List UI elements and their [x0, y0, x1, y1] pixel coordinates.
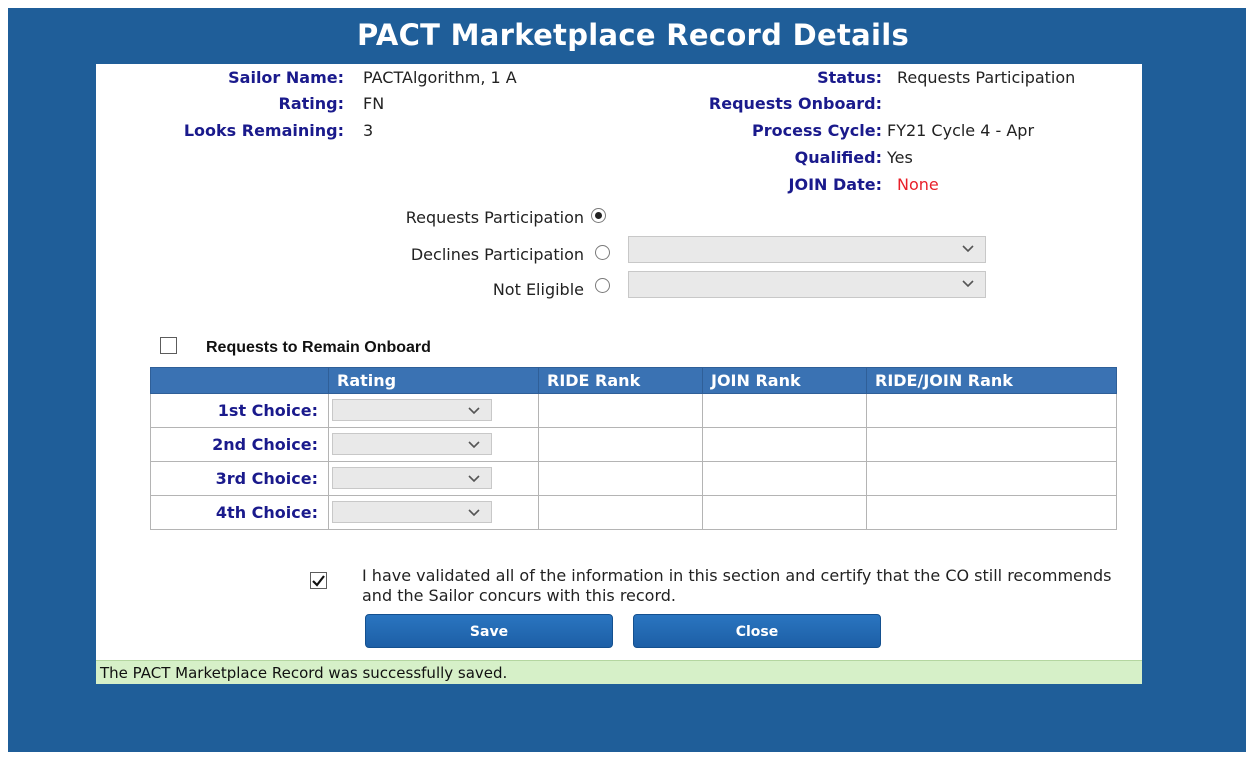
requests-participation-radio[interactable]	[591, 208, 606, 223]
table-header-row: Rating RIDE Rank JOIN Rank RIDE/JOIN Ran…	[150, 367, 1117, 394]
sailor-name-value: PACTAlgorithm, 1 A	[363, 68, 517, 87]
fourth-choice-rating-select[interactable]	[332, 501, 492, 523]
process-cycle-value: FY21 Cycle 4 - Apr	[887, 121, 1035, 140]
qualified-label: Qualified:	[794, 148, 882, 167]
ride-join-rank-cell	[866, 461, 1117, 496]
chevron-down-icon	[962, 245, 974, 253]
third-choice-rating-select[interactable]	[332, 467, 492, 489]
status-label: Status:	[817, 68, 882, 87]
chevron-down-icon	[468, 441, 480, 449]
looks-remaining-value: 3	[363, 121, 374, 140]
table-row: 2nd Choice:	[150, 427, 1117, 462]
close-button[interactable]: Close	[633, 614, 881, 648]
join-rank-cell	[702, 427, 867, 462]
column-header-ride-join-rank: RIDE/JOIN Rank	[866, 367, 1117, 394]
sailor-name-label: Sailor Name:	[228, 68, 344, 87]
not-eligible-reason-select[interactable]	[628, 271, 986, 298]
chevron-down-icon	[962, 280, 974, 288]
table-row: 4th Choice:	[150, 495, 1117, 530]
declines-participation-radio[interactable]	[595, 245, 610, 260]
success-message: The PACT Marketplace Record was successf…	[96, 660, 1142, 684]
ride-rank-cell	[538, 495, 703, 530]
rating-cell	[328, 393, 539, 428]
chevron-down-icon	[468, 407, 480, 415]
rating-cell	[328, 461, 539, 496]
qualified-value: Yes	[887, 148, 913, 167]
join-rank-cell	[702, 461, 867, 496]
choice-label: 2nd Choice:	[150, 427, 329, 462]
ride-join-rank-cell	[866, 393, 1117, 428]
requests-participation-label: Requests Participation	[405, 208, 584, 227]
ride-join-rank-cell	[866, 427, 1117, 462]
ride-join-rank-cell	[866, 495, 1117, 530]
certify-checkbox[interactable]	[310, 572, 327, 589]
dialog-title: PACT Marketplace Record Details	[356, 18, 910, 52]
save-button[interactable]: Save	[365, 614, 613, 648]
join-rank-cell	[702, 393, 867, 428]
column-header-ride-rank: RIDE Rank	[538, 367, 703, 394]
rating-cell	[328, 495, 539, 530]
join-rank-cell	[702, 495, 867, 530]
column-header-rating: Rating	[328, 367, 539, 394]
ride-rank-cell	[538, 427, 703, 462]
choices-table: Rating RIDE Rank JOIN Rank RIDE/JOIN Ran…	[150, 367, 1117, 530]
checkmark-icon	[312, 575, 325, 587]
choice-label: 4th Choice:	[150, 495, 329, 530]
choice-label: 3rd Choice:	[150, 461, 329, 496]
column-header-blank	[150, 367, 329, 394]
join-date-value: None	[897, 175, 939, 194]
remain-onboard-checkbox[interactable]	[160, 337, 177, 354]
chevron-down-icon	[468, 475, 480, 483]
column-header-join-rank: JOIN Rank	[702, 367, 867, 394]
rating-value: FN	[363, 94, 385, 113]
not-eligible-radio[interactable]	[595, 278, 610, 293]
rating-cell	[328, 427, 539, 462]
table-row: 3rd Choice:	[150, 461, 1117, 496]
first-choice-rating-select[interactable]	[332, 399, 492, 421]
requests-onboard-label: Requests Onboard:	[708, 94, 882, 113]
status-value: Requests Participation	[897, 68, 1076, 87]
certify-text: I have validated all of the information …	[362, 566, 1112, 605]
choice-label: 1st Choice:	[150, 393, 329, 428]
table-row: 1st Choice:	[150, 393, 1117, 428]
rating-label: Rating:	[278, 94, 345, 113]
process-cycle-label: Process Cycle:	[752, 121, 882, 140]
declines-participation-label: Declines Participation	[410, 245, 584, 264]
declines-reason-select[interactable]	[628, 236, 986, 263]
ride-rank-cell	[538, 393, 703, 428]
join-date-label: JOIN Date:	[788, 175, 882, 194]
remain-onboard-label: Requests to Remain Onboard	[206, 339, 431, 356]
looks-remaining-label: Looks Remaining:	[183, 121, 344, 140]
ride-rank-cell	[538, 461, 703, 496]
not-eligible-label: Not Eligible	[492, 280, 584, 299]
second-choice-rating-select[interactable]	[332, 433, 492, 455]
chevron-down-icon	[468, 509, 480, 517]
